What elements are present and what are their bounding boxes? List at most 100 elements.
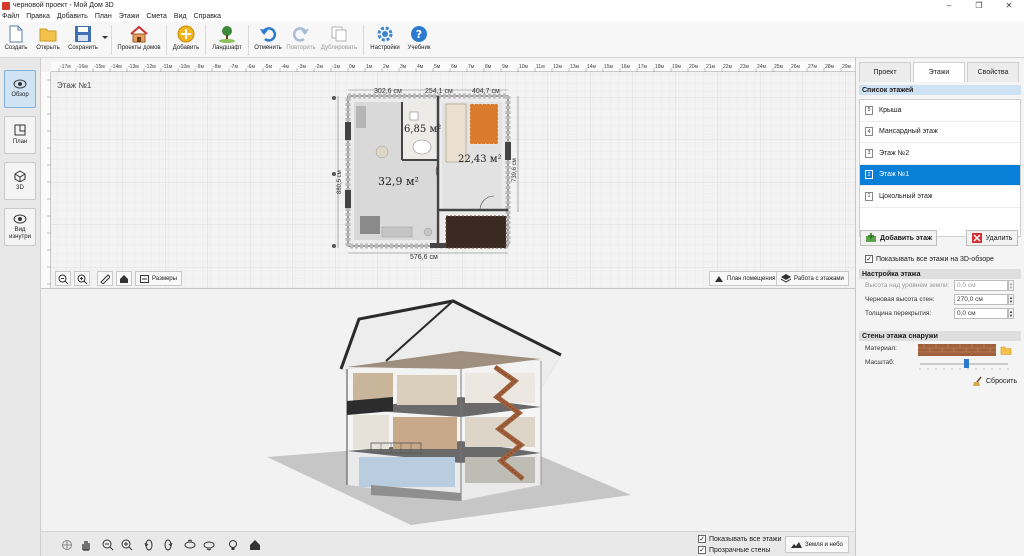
app-icon bbox=[2, 1, 10, 10]
show-all-floors-checkbox[interactable]: ✓ Показывать все этажи bbox=[698, 535, 781, 543]
separator bbox=[166, 25, 167, 55]
floor-plan-drawing[interactable]: 302,6 см 254,1 см 404,7 см 576,6 см 880,… bbox=[330, 82, 520, 262]
menu-file[interactable]: Файл bbox=[2, 13, 19, 20]
room-plan-button[interactable]: План помещения bbox=[709, 271, 781, 286]
ruler-label: 9м bbox=[502, 64, 509, 70]
zoom-in-icon bbox=[121, 539, 132, 550]
tilt-up-button[interactable] bbox=[182, 537, 197, 552]
ruler-label: 22м bbox=[723, 64, 733, 70]
save-button[interactable]: Сохранить bbox=[65, 22, 101, 58]
ruler-label: 16м bbox=[621, 64, 631, 70]
3d-zoom-out-button[interactable] bbox=[100, 537, 115, 552]
rough-height-input[interactable]: 270,0 см bbox=[954, 294, 1008, 305]
ground-sky-button[interactable]: Земля и небо bbox=[785, 536, 849, 553]
3d-home-button[interactable] bbox=[247, 537, 262, 552]
inside-view-button[interactable]: Вид изнутри bbox=[4, 208, 36, 246]
overview-mode-button[interactable]: Обзор bbox=[4, 70, 36, 108]
close-button[interactable]: ✕ bbox=[994, 0, 1024, 11]
sizes-button[interactable]: Размеры bbox=[135, 271, 182, 286]
ruler-label: 27м bbox=[808, 64, 818, 70]
tab-properties[interactable]: Свойства bbox=[967, 62, 1019, 82]
spinner-icon[interactable]: ▲ ▼ bbox=[1008, 280, 1014, 291]
rotate-left-button[interactable] bbox=[141, 537, 156, 552]
slab-thickness-input[interactable]: 0,0 см bbox=[954, 308, 1008, 319]
separator bbox=[205, 25, 206, 55]
menu-help[interactable]: Справка bbox=[194, 13, 221, 20]
new-file-icon bbox=[9, 25, 23, 43]
undo-button[interactable]: Отменить bbox=[253, 22, 283, 58]
tilt-down-button[interactable] bbox=[201, 537, 216, 552]
create-button[interactable]: Создать bbox=[1, 22, 31, 58]
orbit-button[interactable] bbox=[59, 537, 74, 552]
ruler-label: -9м bbox=[196, 64, 204, 70]
menu-floors[interactable]: Этажи bbox=[119, 13, 140, 20]
rotate-right-button[interactable] bbox=[160, 537, 175, 552]
ruler-label: 14м bbox=[587, 64, 597, 70]
maximize-button[interactable]: ❐ bbox=[964, 0, 994, 11]
tab-project[interactable]: Проект bbox=[859, 62, 911, 82]
zoom-out-button[interactable] bbox=[55, 271, 71, 286]
ruler-label: 1м bbox=[366, 64, 373, 70]
broom-icon bbox=[973, 376, 982, 386]
slider-thumb[interactable] bbox=[964, 359, 969, 368]
ruler-button[interactable] bbox=[97, 271, 113, 286]
floor-item-attic[interactable]: 4 Мансардный этаж bbox=[860, 122, 1020, 143]
ruler-label: 8м bbox=[485, 64, 492, 70]
floor-item-1[interactable]: 2 Этаж №1 bbox=[860, 164, 1020, 186]
scale-slider[interactable] bbox=[918, 358, 1012, 372]
pan-button[interactable] bbox=[78, 537, 93, 552]
ruler-label: -17м bbox=[60, 64, 71, 70]
floor-item-2[interactable]: 3 Этаж №2 bbox=[860, 143, 1020, 165]
redo-icon bbox=[292, 27, 309, 42]
show-all-3d-checkbox[interactable]: ✓ Показывать все этажи на 3D-обзоре bbox=[865, 255, 994, 263]
room-plan-icon bbox=[715, 275, 723, 282]
tutorial-button[interactable]: ? Учебник bbox=[404, 22, 434, 58]
plan-view[interactable]: -17м -16м -15м -14м -13м -12м -11м -10м -9м -8м -7… bbox=[41, 58, 855, 289]
tilt-down-icon bbox=[203, 541, 214, 551]
brick-material-swatch[interactable] bbox=[918, 344, 996, 356]
transparent-walls-checkbox[interactable]: ✓ Прозрачные стены bbox=[698, 546, 770, 554]
light-button[interactable] bbox=[225, 537, 240, 552]
delete-floor-button[interactable]: Удалить bbox=[966, 230, 1018, 246]
reset-button[interactable]: Сбросить bbox=[972, 376, 1017, 387]
floor-item-roof[interactable]: 5 Крыша bbox=[860, 100, 1020, 122]
floor-item-basement[interactable]: 1 Цокольный этаж bbox=[860, 186, 1020, 208]
plan-mode-button[interactable]: План bbox=[4, 116, 36, 154]
tab-floors[interactable]: Этажи bbox=[913, 62, 965, 82]
zoom-in-button[interactable] bbox=[74, 271, 90, 286]
3d-zoom-in-button[interactable] bbox=[119, 537, 134, 552]
rotate-right-icon bbox=[164, 539, 172, 550]
home-view-button[interactable] bbox=[116, 271, 132, 286]
open-button[interactable]: Открыть bbox=[33, 22, 63, 58]
landscape-button[interactable]: Ландшафт bbox=[210, 22, 244, 58]
spinner-icon[interactable]: ▲ ▼ bbox=[1008, 294, 1014, 305]
menu-edit[interactable]: Правка bbox=[26, 13, 50, 20]
house-icon bbox=[130, 25, 148, 43]
menu-view[interactable]: Вид bbox=[174, 13, 187, 20]
redo-button[interactable]: Повторить bbox=[285, 22, 317, 58]
spinner-icon[interactable]: ▲ ▼ bbox=[1008, 308, 1014, 319]
minimize-button[interactable]: – bbox=[934, 0, 964, 11]
floors-work-button[interactable]: Работа с этажами bbox=[776, 271, 849, 286]
ruler-label: -13м bbox=[128, 64, 139, 70]
duplicate-button[interactable]: Дублировать bbox=[319, 22, 359, 58]
ruler-label: 6м bbox=[451, 64, 458, 70]
house-projects-button[interactable]: Проекты домов bbox=[116, 22, 162, 58]
ruler-label: -12м bbox=[145, 64, 156, 70]
menu-estimate[interactable]: Смета bbox=[146, 13, 167, 20]
menu-add[interactable]: Добавить bbox=[57, 13, 88, 20]
dim-top-2: 254,1 см bbox=[425, 88, 453, 95]
save-dropdown-icon[interactable] bbox=[102, 30, 108, 60]
add-floor-button[interactable]: Добавить этаж bbox=[860, 230, 937, 246]
folder-icon[interactable] bbox=[1000, 344, 1012, 355]
add-button[interactable]: Добавить bbox=[171, 22, 201, 58]
3d-view[interactable] bbox=[41, 289, 855, 556]
ruler-label: -3м bbox=[298, 64, 306, 70]
floor-number-icon: 5 bbox=[865, 105, 873, 115]
settings-button[interactable]: Настройки bbox=[368, 22, 402, 58]
height-above-ground-row: Высота над уровнем земли: 0,0 см ▲ ▼ bbox=[865, 280, 1014, 291]
height-above-ground-input[interactable]: 0,0 см bbox=[954, 280, 1008, 291]
menu-plan[interactable]: План bbox=[95, 13, 112, 20]
ruler-label: 20м bbox=[689, 64, 699, 70]
3d-mode-button[interactable]: 3D bbox=[4, 162, 36, 200]
